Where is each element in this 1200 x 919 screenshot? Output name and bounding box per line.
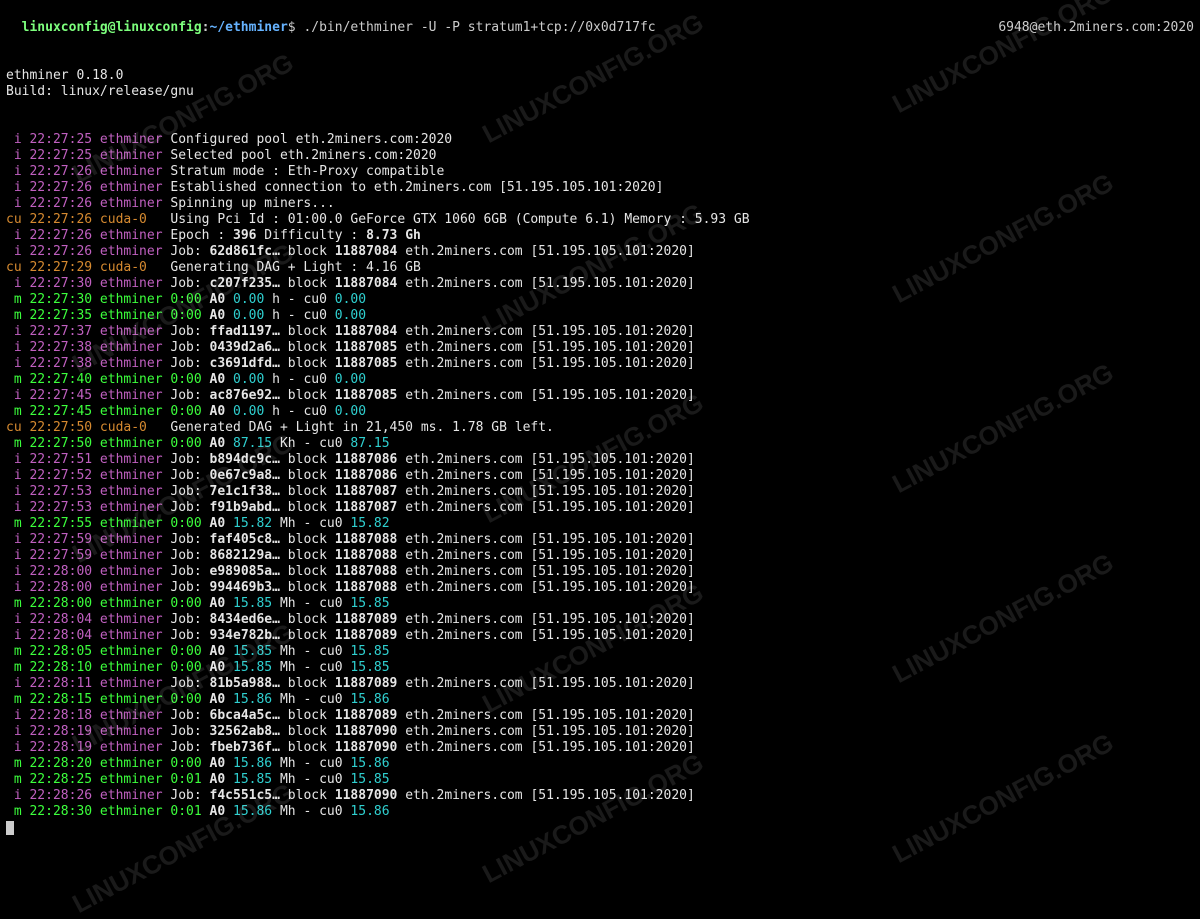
log-line: i 22:27:25 ethminer Configured pool eth.… (6, 132, 1194, 148)
log-line: i 22:27:26 ethminer Spinning up miners..… (6, 196, 1194, 212)
prompt-at: @ (108, 20, 116, 35)
log-line: i 22:28:11 ethminer Job: 81b5a988… block… (6, 676, 1194, 692)
log-line: m 22:28:30 ethminer 0:01 A0 15.86 Mh - c… (6, 804, 1194, 820)
prompt-user: linuxconfig (22, 20, 108, 35)
log-line: m 22:28:10 ethminer 0:00 A0 15.85 Mh - c… (6, 660, 1194, 676)
log-line: i 22:27:53 ethminer Job: f91b9abd… block… (6, 500, 1194, 516)
log-line: m 22:28:15 ethminer 0:00 A0 15.86 Mh - c… (6, 692, 1194, 708)
log-line: m 22:27:50 ethminer 0:00 A0 87.15 Kh - c… (6, 436, 1194, 452)
log-line: i 22:27:38 ethminer Job: c3691dfd… block… (6, 356, 1194, 372)
log-line: i 22:27:51 ethminer Job: b894dc9c… block… (6, 452, 1194, 468)
log-line: m 22:28:05 ethminer 0:00 A0 15.85 Mh - c… (6, 644, 1194, 660)
log-line: i 22:27:59 ethminer Job: faf405c8… block… (6, 532, 1194, 548)
header-line: Build: linux/release/gnu (6, 84, 1194, 100)
log-line: i 22:27:26 ethminer Epoch : 396 Difficul… (6, 228, 1194, 244)
header-line: ethminer 0.18.0 (6, 68, 1194, 84)
log-line: m 22:27:40 ethminer 0:00 A0 0.00 h - cu0… (6, 372, 1194, 388)
log-line: m 22:28:00 ethminer 0:00 A0 15.85 Mh - c… (6, 596, 1194, 612)
log-line: i 22:28:19 ethminer Job: 32562ab8… block… (6, 724, 1194, 740)
log-line: i 22:27:52 ethminer Job: 0e67c9a8… block… (6, 468, 1194, 484)
log-line: i 22:27:45 ethminer Job: ac876e92… block… (6, 388, 1194, 404)
log-line: i 22:28:19 ethminer Job: fbeb736f… block… (6, 740, 1194, 756)
log-line: i 22:27:26 ethminer Stratum mode : Eth-P… (6, 164, 1194, 180)
prompt-colon: : (202, 20, 210, 35)
prompt-path: ~/ethminer (210, 20, 288, 35)
log-line: i 22:27:25 ethminer Selected pool eth.2m… (6, 148, 1194, 164)
log-line: m 22:27:35 ethminer 0:00 A0 0.00 h - cu0… (6, 308, 1194, 324)
log-line: m 22:27:30 ethminer 0:00 A0 0.00 h - cu0… (6, 292, 1194, 308)
log-line: cu 22:27:50 cuda-0 Generated DAG + Light… (6, 420, 1194, 436)
log-line: m 22:28:20 ethminer 0:00 A0 15.86 Mh - c… (6, 756, 1194, 772)
command-left: ./bin/ethminer -U -P stratum1+tcp://0x0d… (303, 20, 655, 35)
log-line: i 22:27:59 ethminer Job: 8682129a… block… (6, 548, 1194, 564)
log-line: i 22:28:00 ethminer Job: 994469b3… block… (6, 580, 1194, 596)
log-line: m 22:28:25 ethminer 0:01 A0 15.85 Mh - c… (6, 772, 1194, 788)
log-line: i 22:27:53 ethminer Job: 7e1c1f38… block… (6, 484, 1194, 500)
log-line: i 22:28:26 ethminer Job: f4c551c5… block… (6, 788, 1194, 804)
shell-prompt[interactable]: linuxconfig@linuxconfig:~/ethminer$ ./bi… (6, 4, 1194, 36)
log-line: m 22:27:55 ethminer 0:00 A0 15.82 Mh - c… (6, 516, 1194, 532)
command-right: 6948@eth.2miners.com:2020 (998, 20, 1194, 36)
log-line: i 22:27:37 ethminer Job: ffad1197… block… (6, 324, 1194, 340)
log-line: i 22:27:38 ethminer Job: 0439d2a6… block… (6, 340, 1194, 356)
log-line: i 22:28:04 ethminer Job: 934e782b… block… (6, 628, 1194, 644)
log-line: i 22:27:30 ethminer Job: c207f235… block… (6, 276, 1194, 292)
log-line: i 22:27:26 ethminer Established connecti… (6, 180, 1194, 196)
log-line: i 22:28:18 ethminer Job: 6bca4a5c… block… (6, 708, 1194, 724)
terminal-cursor (6, 821, 14, 835)
log-output[interactable]: i 22:27:25 ethminer Configured pool eth.… (6, 132, 1194, 820)
prompt-dollar: $ (288, 20, 304, 35)
log-line: i 22:27:26 ethminer Job: 62d861fc… block… (6, 244, 1194, 260)
log-line: i 22:28:00 ethminer Job: e989085a… block… (6, 564, 1194, 580)
log-line: i 22:28:04 ethminer Job: 8434ed6e… block… (6, 612, 1194, 628)
log-line: cu 22:27:26 cuda-0 Using Pci Id : 01:00.… (6, 212, 1194, 228)
log-line: m 22:27:45 ethminer 0:00 A0 0.00 h - cu0… (6, 404, 1194, 420)
program-header: ethminer 0.18.0Build: linux/release/gnu (6, 68, 1194, 100)
prompt-host: linuxconfig (116, 20, 202, 35)
log-line: cu 22:27:29 cuda-0 Generating DAG + Ligh… (6, 260, 1194, 276)
